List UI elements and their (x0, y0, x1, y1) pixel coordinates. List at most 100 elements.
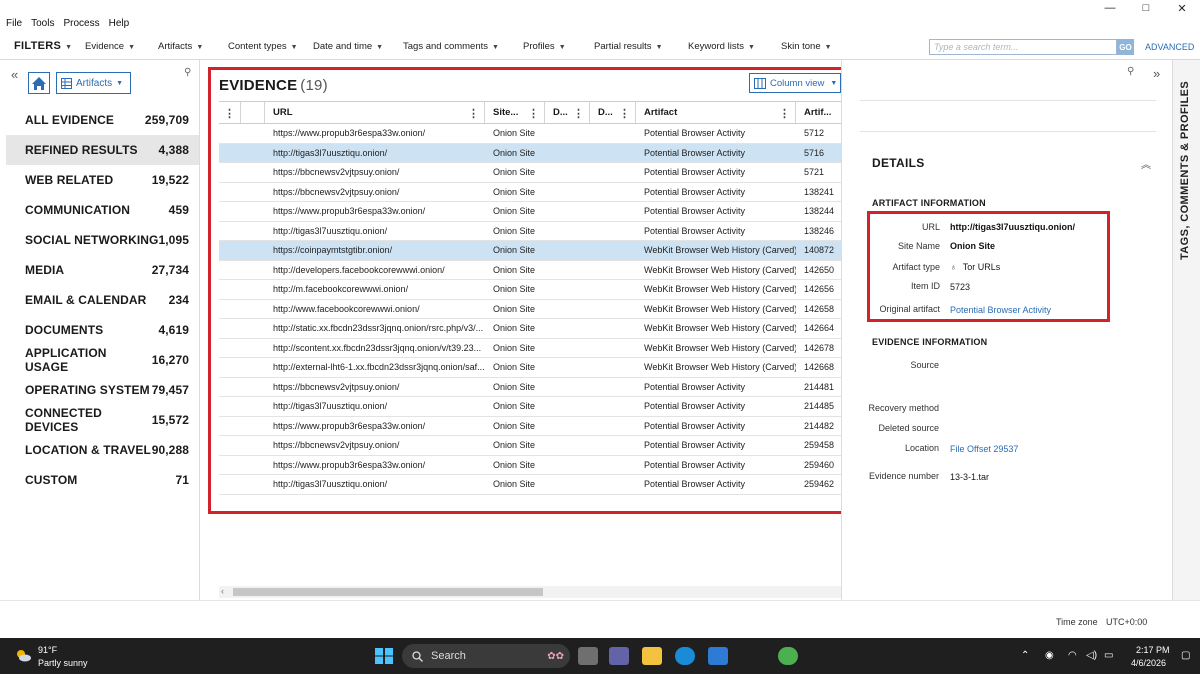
pin-icon[interactable]: ⚲ (184, 67, 191, 78)
cell-artifact: WebKit Browser Web History (Carved) (644, 245, 796, 256)
column-menu[interactable]: ⋮ (219, 102, 241, 123)
table-row[interactable]: http://tigas3l7uusztiqu.onion/Onion Site… (219, 475, 842, 495)
category-web-related[interactable]: WEB RELATED 19,522 (6, 165, 199, 195)
more-vert-icon: ⋮ (779, 108, 790, 120)
clock-date[interactable]: 4/6/2026 (1131, 658, 1166, 668)
cell-site-name: Onion Site (493, 342, 536, 353)
notification-icon[interactable]: ▢ (1181, 650, 1190, 661)
column-header-check[interactable] (241, 102, 265, 123)
horizontal-scrollbar[interactable]: ‹ (219, 586, 842, 598)
location-link[interactable]: File Offset 29537 (950, 444, 1018, 454)
column-header-d1[interactable]: D... ⋮ (545, 102, 590, 123)
row-checkbox (241, 202, 265, 221)
windows-start-icon[interactable] (374, 647, 394, 665)
weather-icon[interactable] (14, 648, 32, 662)
table-row[interactable]: https://bbcnewsv2vjtpsuy.onion/Onion Sit… (219, 183, 842, 202)
column-header-d2[interactable]: D... ⋮ (590, 102, 636, 123)
menu-file[interactable]: File (6, 18, 22, 34)
category-custom[interactable]: CUSTOM 71 (6, 465, 199, 495)
category-all-evidence[interactable]: ALL EVIDENCE 259,709 (6, 105, 199, 135)
category-media[interactable]: MEDIA 27,734 (6, 255, 199, 285)
cell-artifact-id: 5712 (804, 128, 825, 139)
filter-date-time[interactable]: Date and time ▼ (313, 41, 383, 52)
category-location-travel[interactable]: LOCATION & TRAVEL 90,288 (6, 435, 199, 465)
table-row[interactable]: http://www.facebookcorewwwi.onion/Onion … (219, 300, 842, 319)
filter-evidence[interactable]: Evidence ▼ (85, 41, 135, 52)
app-tray-icon[interactable]: ◉ (1045, 650, 1054, 661)
filter-partial-results[interactable]: Partial results ▼ (594, 41, 663, 52)
table-row[interactable]: http://scontent.xx.fbcdn23dssr3jqnq.onio… (219, 339, 842, 358)
go-button[interactable]: GO (1117, 39, 1134, 55)
scroll-left-icon[interactable]: ‹ (221, 586, 224, 596)
filters-dropdown[interactable]: FILTERS ▼ (14, 40, 72, 52)
timezone-value[interactable]: UTC+0:00 (1106, 617, 1147, 627)
clock-time[interactable]: 2:17 PM (1136, 645, 1170, 655)
taskbar-search[interactable]: Search ✿✿ (402, 644, 570, 668)
table-row[interactable]: https://www.propub3r6espa33w.onion/Onion… (219, 417, 842, 436)
filter-skin-tone[interactable]: Skin tone ▼ (781, 41, 832, 52)
table-row[interactable]: http://m.facebookcorewwwi.onion/Onion Si… (219, 280, 842, 300)
category-email-calendar[interactable]: EMAIL & CALENDAR 234 (6, 285, 199, 315)
pin-icon[interactable]: ⚲ (1127, 66, 1134, 77)
search-input[interactable]: Type a search term... (929, 39, 1117, 55)
filter-keyword-lists[interactable]: Keyword lists ▼ (688, 41, 755, 52)
file-explorer-icon[interactable] (642, 647, 662, 665)
maximize-button[interactable]: □ (1128, 0, 1164, 16)
table-row[interactable]: https://bbcnewsv2vjtpsuy.onion/Onion Sit… (219, 378, 842, 397)
cell-url: http://static.xx.fbcdn23dssr3jqnq.onion/… (273, 323, 484, 334)
category-communication[interactable]: COMMUNICATION 459 (6, 195, 199, 225)
teams-icon[interactable] (609, 647, 629, 665)
store-icon[interactable] (708, 647, 728, 665)
table-row[interactable]: https://bbcnewsv2vjtpsuy.onion/Onion Sit… (219, 436, 842, 456)
column-header-artifact[interactable]: Artifact ⋮ (636, 102, 796, 123)
filter-tags-comments[interactable]: Tags and comments ▼ (403, 41, 499, 52)
row-checkbox (241, 436, 265, 455)
chrome-icon[interactable] (778, 647, 798, 665)
volume-icon[interactable]: ◁) (1086, 650, 1097, 661)
category-social-networking[interactable]: SOCIAL NETWORKING 1,095 (6, 225, 199, 255)
column-header-url[interactable]: URL ⋮ (265, 102, 485, 123)
chevron-up-icon[interactable]: ⌃ (1021, 650, 1029, 661)
menu-tools[interactable]: Tools (31, 18, 54, 34)
column-header-artifact-id[interactable]: Artif... (796, 102, 842, 123)
menu-help[interactable]: Help (109, 18, 130, 34)
table-row[interactable]: http://tigas3l7uusztiqu.onion/Onion Site… (219, 397, 842, 417)
collapse-left-icon[interactable]: « (11, 67, 18, 82)
table-row[interactable]: https://www.propub3r6espa33w.onion/Onion… (219, 124, 842, 144)
scrollbar-thumb[interactable] (233, 588, 543, 596)
battery-icon[interactable]: ▭ (1104, 650, 1113, 661)
menu-process[interactable]: Process (63, 18, 99, 34)
category-application-usage[interactable]: APPLICATION USAGE 16,270 (6, 345, 199, 375)
table-row[interactable]: https://www.propub3r6espa33w.onion/Onion… (219, 202, 842, 222)
column-view-button[interactable]: Column view ▼ (749, 73, 841, 93)
filter-profiles[interactable]: Profiles ▼ (523, 41, 566, 52)
table-row[interactable]: http://external-lht6-1.xx.fbcdn23dssr3jq… (219, 358, 842, 378)
close-button[interactable]: ✕ (1164, 0, 1200, 16)
wifi-icon[interactable]: ◠ (1068, 650, 1077, 661)
original-artifact-link[interactable]: Potential Browser Activity (950, 305, 1051, 315)
filter-artifacts[interactable]: Artifacts ▼ (158, 41, 203, 52)
category-documents[interactable]: DOCUMENTS 4,619 (6, 315, 199, 345)
category-operating-system[interactable]: OPERATING SYSTEM 79,457 (6, 375, 199, 405)
minimize-button[interactable]: — (1092, 0, 1128, 16)
table-row[interactable]: https://coinpaymtstgtibr.onion/Onion Sit… (219, 241, 842, 261)
table-row[interactable]: http://tigas3l7uusztiqu.onion/Onion Site… (219, 222, 842, 241)
chevron-up-icon[interactable]: ︽ (1141, 156, 1151, 171)
collapse-right-icon[interactable]: » (1153, 66, 1160, 81)
category-connected-devices[interactable]: CONNECTED DEVICES 15,572 (6, 405, 199, 435)
cell-url: http://tigas3l7uusztiqu.onion/ (273, 401, 388, 412)
filter-content-types[interactable]: Content types ▼ (228, 41, 298, 52)
home-button[interactable] (28, 72, 50, 94)
table-row[interactable]: http://static.xx.fbcdn23dssr3jqnq.onion/… (219, 319, 842, 339)
task-view-icon[interactable] (578, 647, 598, 665)
table-row[interactable]: http://developers.facebookcorewwwi.onion… (219, 261, 842, 280)
category-refined-results[interactable]: REFINED RESULTS 4,388 (6, 135, 199, 165)
temperature: 91°F (38, 645, 58, 655)
column-header-site[interactable]: Site... ⋮ (485, 102, 545, 123)
table-row[interactable]: http://tigas3l7uusztiqu.onion/Onion Site… (219, 143, 842, 163)
advanced-search-link[interactable]: ADVANCED (1145, 42, 1194, 52)
table-row[interactable]: https://www.propub3r6espa33w.onion/Onion… (219, 456, 842, 475)
table-row[interactable]: https://bbcnewsv2vjtpsuy.onion/Onion Sit… (219, 163, 842, 183)
view-selector[interactable]: Artifacts ▼ (56, 72, 131, 94)
edge-browser-icon[interactable] (675, 647, 695, 665)
